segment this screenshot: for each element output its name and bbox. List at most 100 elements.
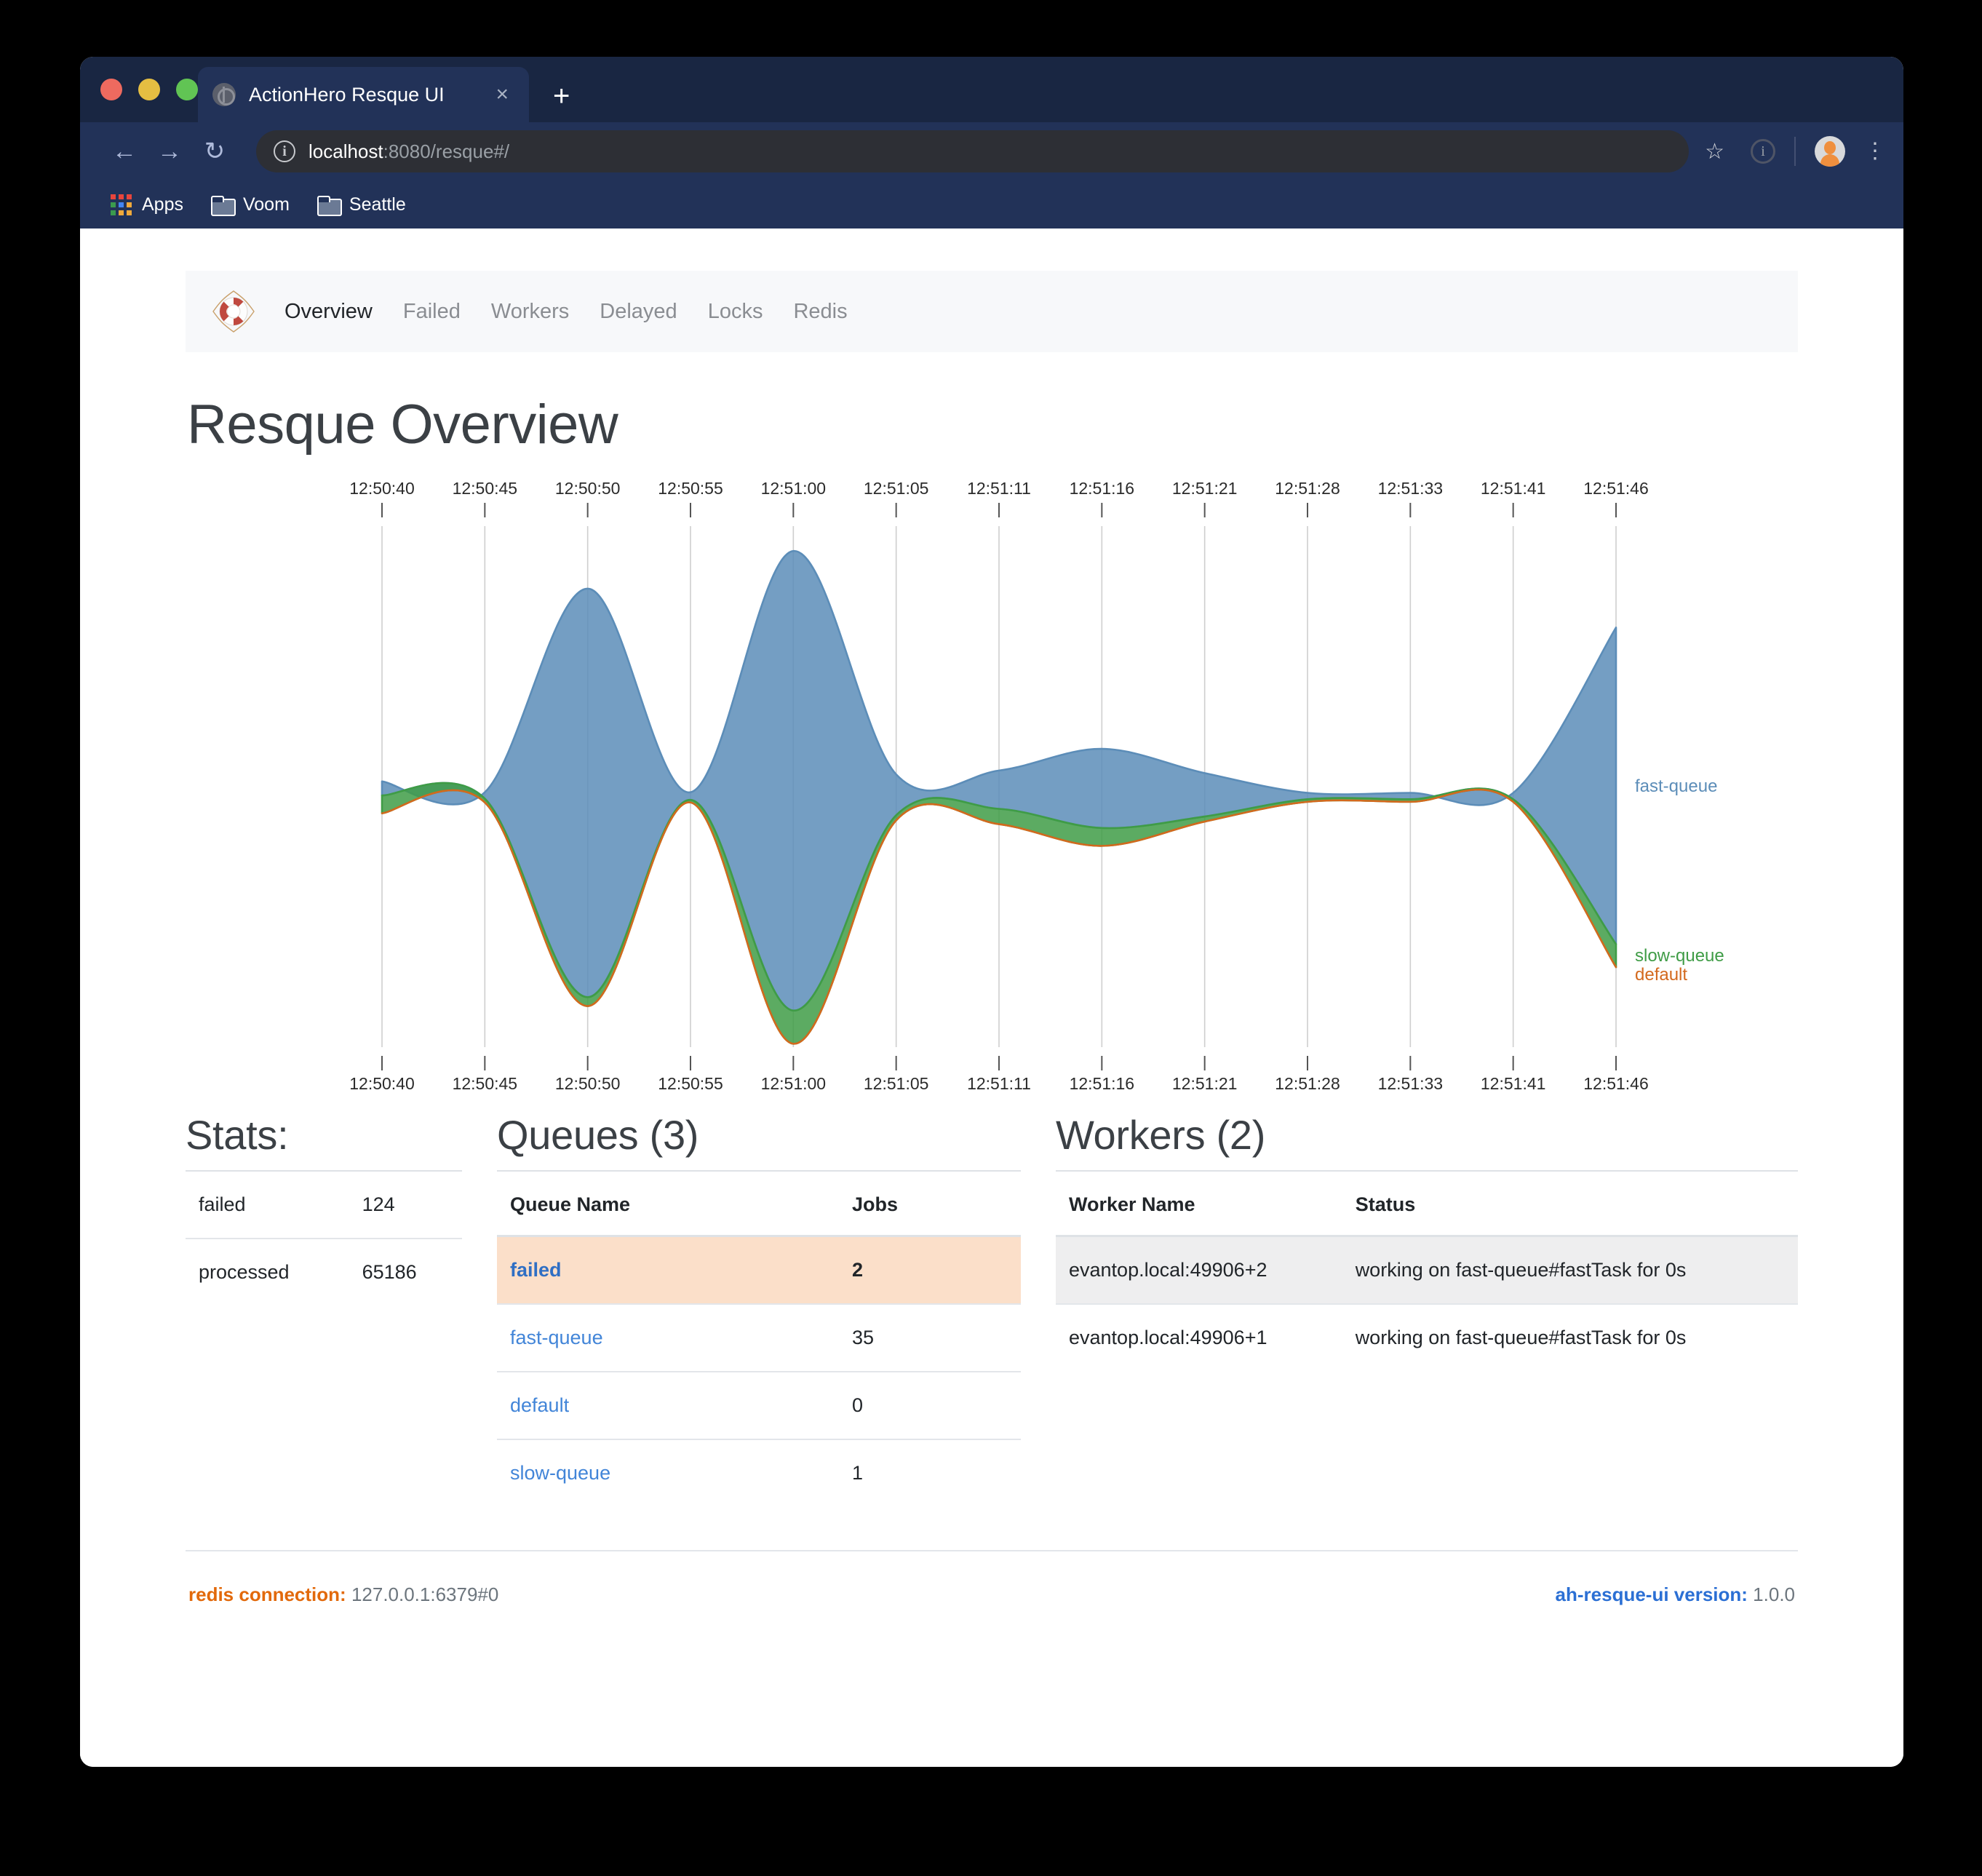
browser-window: ActionHero Resque UI × + ← → ↻ i localho… (80, 57, 1903, 1767)
table-row[interactable]: evantop.local:49906+1 working on fast-qu… (1056, 1303, 1798, 1371)
toolbar-divider (1794, 137, 1796, 166)
axis-tick-label: 12:51:00 (761, 481, 827, 498)
table-row[interactable]: default 0 (497, 1371, 1021, 1439)
lifebuoy-icon (212, 290, 255, 333)
browser-tab[interactable]: ActionHero Resque UI × (198, 67, 529, 122)
table-row[interactable]: evantop.local:49906+2 working on fast-qu… (1056, 1236, 1798, 1304)
url-host: localhost (309, 140, 383, 162)
back-icon[interactable]: ← (102, 138, 147, 166)
bookmark-voom[interactable]: Voom (202, 190, 298, 220)
stats-title: Stats: (186, 1112, 289, 1158)
queue-jobs: 1 (839, 1439, 1021, 1506)
avatar[interactable] (1815, 136, 1845, 167)
kebab-menu-icon[interactable]: ⋮ (1864, 140, 1886, 162)
stat-label: failed (199, 1193, 246, 1215)
reload-icon[interactable]: ↻ (192, 137, 237, 166)
axis-tick-label: 12:50:45 (453, 481, 518, 498)
nav-item-locks[interactable]: Locks (708, 300, 763, 324)
queues-panel: Queues (3) Queue Name Jobs failed 2 fast… (497, 1111, 1021, 1506)
nav-item-failed[interactable]: Failed (403, 300, 461, 324)
axis-tick-label: 12:50:40 (349, 481, 415, 498)
browser-toolbar-right: ☆ i ⋮ (1705, 136, 1886, 167)
axis-tick-label: 12:51:46 (1583, 1074, 1649, 1092)
column-header-jobs: Jobs (839, 1172, 1021, 1237)
new-tab-button[interactable]: + (553, 82, 570, 111)
page-viewport: Overview Failed Workers Delayed Locks Re… (80, 228, 1903, 1767)
address-bar: ← → ↻ i localhost:8080/resque#/ ☆ i ⋮ (80, 122, 1903, 180)
workers-table: Worker Name Status evantop.local:49906+2… (1056, 1172, 1798, 1371)
version-label: ah-resque-ui version: (1555, 1583, 1748, 1605)
minimize-window-button[interactable] (138, 79, 160, 100)
axis-tick-label: 12:51:41 (1481, 1074, 1546, 1092)
axis-tick-label: 12:51:46 (1583, 481, 1649, 498)
stat-value: 65186 (349, 1238, 462, 1305)
forward-icon[interactable]: → (147, 138, 192, 166)
bookmark-apps[interactable]: Apps (102, 190, 192, 220)
stat-value: 124 (362, 1193, 395, 1215)
nav-item-delayed[interactable]: Delayed (600, 300, 677, 324)
bookmark-label: Apps (142, 194, 183, 215)
bookmark-label: Voom (242, 194, 290, 215)
legend-label-default: default (1635, 965, 1687, 985)
table-header-row: Queue Name Jobs (497, 1172, 1021, 1237)
bookmark-star-icon[interactable]: ☆ (1705, 139, 1724, 164)
queue-link-failed[interactable]: failed (510, 1259, 562, 1281)
axis-tick-label: 12:51:11 (967, 481, 1031, 498)
table-row: processed 65186 (186, 1238, 462, 1305)
url-path: :8080/resque#/ (383, 140, 510, 162)
workers-title: Workers (2) (1056, 1112, 1266, 1158)
stats-panel: Stats: failed 124 processed 65186 (186, 1111, 462, 1506)
page-title: Resque Overview (187, 394, 618, 456)
table-row[interactable]: fast-queue 35 (497, 1303, 1021, 1372)
site-info-icon[interactable]: i (274, 140, 295, 162)
worker-status: working on fast-queue#fastTask for 0s (1355, 1259, 1687, 1281)
axis-tick-label: 12:51:33 (1378, 481, 1444, 498)
app-navbar: Overview Failed Workers Delayed Locks Re… (186, 271, 1798, 352)
redis-connection-label: redis connection: (188, 1583, 346, 1605)
table-header-row: Worker Name Status (1056, 1172, 1798, 1237)
axis-tick-label: 12:51:05 (864, 481, 929, 498)
folder-icon (317, 196, 342, 216)
queue-link-slow-queue[interactable]: slow-queue (510, 1462, 610, 1484)
redis-connection-value: 127.0.0.1:6379#0 (351, 1583, 499, 1605)
globe-icon (212, 83, 236, 106)
panels-row: Stats: failed 124 processed 65186 Queues… (186, 1111, 1798, 1506)
folder-icon (210, 196, 236, 216)
close-window-button[interactable] (100, 79, 122, 100)
version-value: 1.0.0 (1753, 1583, 1795, 1605)
close-icon[interactable]: × (490, 81, 514, 108)
queue-link-default[interactable]: default (510, 1394, 569, 1416)
table-row[interactable]: failed 2 (497, 1236, 1021, 1304)
column-header-queue-name: Queue Name (497, 1172, 839, 1237)
axis-tick-label: 12:51:21 (1172, 481, 1238, 498)
url-input[interactable]: i localhost:8080/resque#/ (256, 130, 1690, 172)
column-header-status: Status (1342, 1172, 1798, 1237)
tab-strip: ActionHero Resque UI × + (80, 57, 1903, 122)
queues-table: Queue Name Jobs failed 2 fast-queue 35 d… (497, 1172, 1021, 1506)
page-footer: redis connection: 127.0.0.1:6379#0 ah-re… (186, 1551, 1798, 1606)
axis-tick-label: 12:51:16 (1070, 1074, 1135, 1092)
extension-info-icon[interactable]: i (1751, 139, 1775, 164)
axis-tick-label: 12:51:11 (967, 1074, 1031, 1092)
bookmark-label: Seattle (349, 194, 406, 215)
nav-item-redis[interactable]: Redis (793, 300, 847, 324)
nav-item-overview[interactable]: Overview (284, 300, 373, 324)
axis-tick-label: 12:50:40 (349, 1074, 415, 1092)
bookmark-seattle[interactable]: Seattle (309, 190, 415, 220)
table-row[interactable]: slow-queue 1 (497, 1439, 1021, 1506)
queues-title: Queues (3) (497, 1112, 699, 1158)
worker-name: evantop.local:49906+1 (1056, 1303, 1342, 1371)
streamgraph-chart: 12:50:40 12:50:40 12:50:45 12:50:45 12:50:50… (186, 481, 1798, 1092)
axis-tick-label: 12:51:41 (1481, 481, 1546, 498)
maximize-window-button[interactable] (176, 79, 198, 100)
queue-link-fast-queue[interactable]: fast-queue (510, 1327, 603, 1348)
worker-status: working on fast-queue#fastTask for 0s (1342, 1303, 1798, 1371)
stat-label: processed (186, 1238, 349, 1305)
nav-item-workers[interactable]: Workers (491, 300, 569, 324)
axis-tick-label: 12:50:50 (555, 481, 621, 498)
table-row: failed 124 (186, 1172, 462, 1239)
axis-tick-label: 12:51:28 (1275, 1074, 1340, 1092)
streamgraph-svg: 12:50:40 12:50:40 12:50:45 12:50:45 12:50:50… (349, 481, 1724, 1092)
tab-title: ActionHero Resque UI (249, 83, 445, 106)
axis-tick-label: 12:51:33 (1378, 1074, 1444, 1092)
